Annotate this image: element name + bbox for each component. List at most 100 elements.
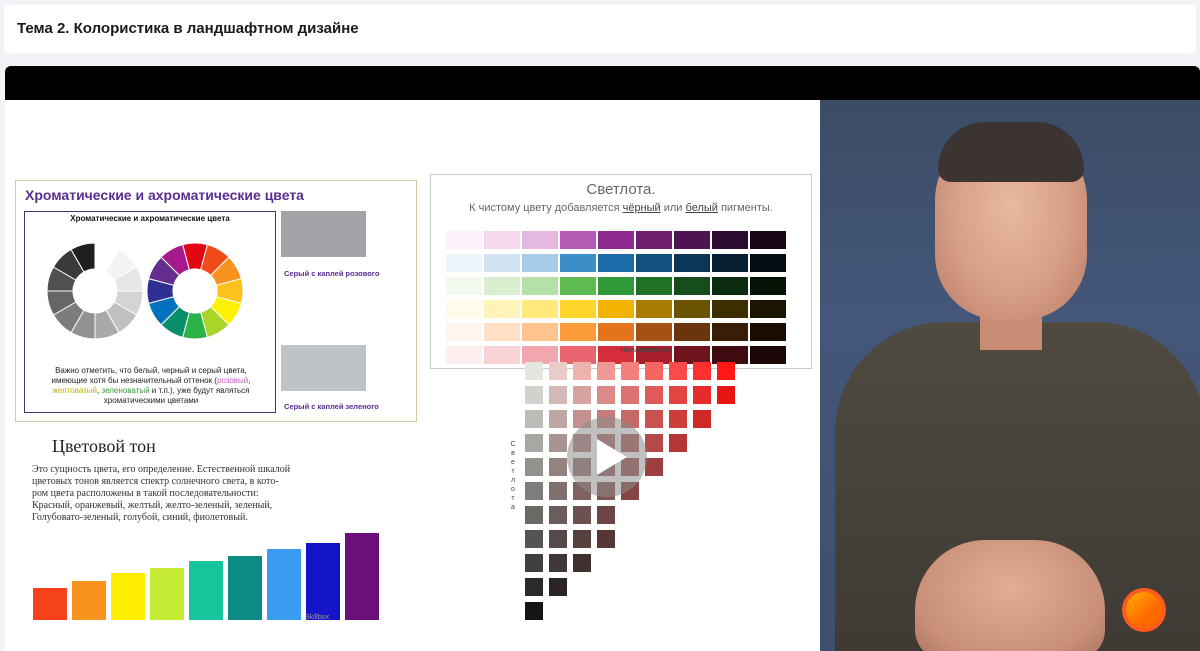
- saturation-pyramid-cell: [717, 386, 735, 404]
- saturation-pyramid-cell: [549, 410, 567, 428]
- lightness-grid-cell: [674, 277, 710, 295]
- hue-bar: [111, 573, 145, 620]
- saturation-pyramid-cell: [621, 386, 639, 404]
- saturation-pyramid-cell: [597, 386, 615, 404]
- hue-bar: [345, 533, 379, 620]
- saturation-pyramid-cell: [525, 458, 543, 476]
- hue-bar: [306, 543, 340, 620]
- lightness-grid-cell: [446, 346, 482, 364]
- chromatic-note: Важно отметить, что белый, черный и серы…: [51, 366, 251, 405]
- lightness-grid-cell: [560, 323, 596, 341]
- saturation-pyramid-cell: [669, 386, 687, 404]
- lightness-vertical-label: Светлота: [510, 441, 516, 511]
- saturation-pyramid-cell: [549, 386, 567, 404]
- saturation-pyramid-cell: [525, 530, 543, 548]
- saturation-pyramid-cell: [525, 410, 543, 428]
- lecture-slide: Хроматические и ахроматические цвета Хро…: [5, 100, 820, 651]
- lightness-grid-cell: [750, 346, 786, 364]
- lightness-grid-cell: [598, 300, 634, 318]
- saturation-pyramid-cell: [549, 554, 567, 572]
- lightness-grid-cell: [712, 323, 748, 341]
- lightness-grid-cell: [484, 346, 520, 364]
- saturation-pyramid-cell: [621, 362, 639, 380]
- video-player[interactable]: Хроматические и ахроматические цвета Хро…: [5, 66, 1200, 651]
- skillbox-logo-icon: [1122, 588, 1166, 632]
- saturation-pyramid-cell: [549, 362, 567, 380]
- lightness-grid-cell: [712, 300, 748, 318]
- hue-bar: [228, 556, 262, 620]
- lightness-grid-cell: [522, 323, 558, 341]
- lightness-grid-cell: [446, 277, 482, 295]
- lightness-title: Светлота.: [586, 181, 656, 198]
- saturation-pyramid-cell: [645, 458, 663, 476]
- lightness-grid-cell: [674, 231, 710, 249]
- hue-bars: [33, 500, 379, 620]
- saturation-pyramid-cell: [645, 434, 663, 452]
- lightness-grid-cell: [446, 254, 482, 272]
- lesson-title: Тема 2. Колористика в ландшафтном дизайн…: [17, 20, 359, 37]
- saturation-pyramid-cell: [693, 410, 711, 428]
- lightness-grid-cell: [522, 277, 558, 295]
- saturation-pyramid-cell: [573, 530, 591, 548]
- lightness-grid-cell: [446, 231, 482, 249]
- lesson-header: Тема 2. Колористика в ландшафтном дизайн…: [4, 5, 1196, 53]
- lightness-grid-cell: [674, 300, 710, 318]
- saturation-label: Насыщенность: [565, 347, 725, 354]
- presenter-hair: [938, 122, 1084, 182]
- saturation-pyramid-cell: [549, 434, 567, 452]
- saturation-pyramid-cell: [549, 458, 567, 476]
- lightness-grid-cell: [750, 300, 786, 318]
- lightness-grid-cell: [674, 254, 710, 272]
- lightness-grid-cell: [750, 277, 786, 295]
- saturation-pyramid-cell: [549, 482, 567, 500]
- lightness-grid-cell: [484, 231, 520, 249]
- lightness-grid-cell: [484, 323, 520, 341]
- lightness-grid-cell: [446, 323, 482, 341]
- lightness-panel: Светлота. К чистому цвету добавляется чё…: [430, 174, 812, 369]
- gray-pink-label: Серый с каплей розового: [284, 269, 380, 278]
- hue-bar: [189, 561, 223, 620]
- saturation-pyramid-cell: [693, 386, 711, 404]
- lightness-grid-cell: [598, 231, 634, 249]
- lightness-grid-cell: [750, 254, 786, 272]
- lightness-grid-cell: [636, 254, 672, 272]
- lightness-grid-cell: [598, 254, 634, 272]
- color-wheels-box: Хроматические и ахроматические цвета Важ…: [24, 211, 276, 413]
- lightness-grid-cell: [598, 277, 634, 295]
- saturation-pyramid-cell: [669, 362, 687, 380]
- saturation-pyramid-cell: [573, 506, 591, 524]
- saturation-pyramid-cell: [669, 434, 687, 452]
- saturation-pyramid-cell: [573, 386, 591, 404]
- lightness-grid-cell: [636, 231, 672, 249]
- hue-title: Цветовой тон: [52, 436, 156, 456]
- color-wheels-image: [46, 242, 244, 340]
- saturation-pyramid-cell: [645, 386, 663, 404]
- saturation-pyramid-cell: [525, 386, 543, 404]
- saturation-pyramid-cell: [669, 410, 687, 428]
- lightness-grid-cell: [712, 254, 748, 272]
- lightness-grid-cell: [750, 323, 786, 341]
- lightness-grid-cell: [598, 323, 634, 341]
- watermark: Skillbox: [305, 614, 330, 621]
- lightness-grid-cell: [560, 277, 596, 295]
- lightness-subtitle: К чистому цвету добавляется чёрный или б…: [469, 202, 773, 214]
- saturation-pyramid-cell: [597, 362, 615, 380]
- saturation-pyramid-cell: [525, 362, 543, 380]
- chromatic-panel: Хроматические и ахроматические цвета Хро…: [15, 180, 417, 422]
- lightness-grid-cell: [522, 231, 558, 249]
- lightness-grid-cell: [522, 254, 558, 272]
- lightness-grid-cell: [636, 277, 672, 295]
- hue-bar: [33, 588, 67, 620]
- color-wheels-subtitle: Хроматические и ахроматические цвета: [70, 214, 230, 223]
- lightness-grid-cell: [560, 300, 596, 318]
- play-icon[interactable]: [567, 417, 647, 497]
- saturation-pyramid-cell: [717, 362, 735, 380]
- saturation-pyramid-cell: [573, 362, 591, 380]
- saturation-pyramid-cell: [693, 362, 711, 380]
- lightness-grid-cell: [446, 300, 482, 318]
- presenter-video: [820, 100, 1200, 651]
- saturation-pyramid-cell: [549, 578, 567, 596]
- chromatic-title: Хроматические и ахроматические цвета: [25, 187, 304, 203]
- lightness-grid-cell: [750, 231, 786, 249]
- gray-pink-swatch: [281, 211, 366, 257]
